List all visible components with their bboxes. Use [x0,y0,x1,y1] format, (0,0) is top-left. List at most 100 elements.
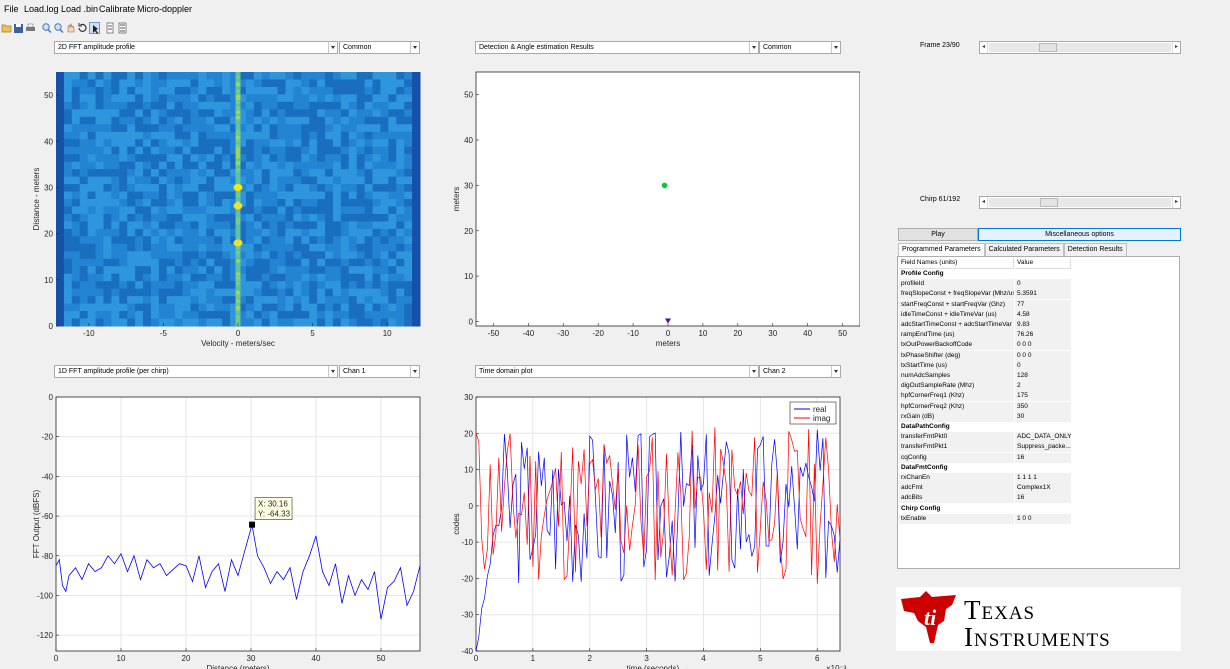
table-section-row[interactable]: Chirp Config [899,503,1072,514]
channel-select-top-left[interactable]: Common [339,41,420,54]
table-row[interactable]: idleTimeConst + idleTimeVar (us) 4.58 [899,309,1072,320]
menu-calibrate[interactable]: Calibrate [99,4,135,14]
slider-right-button[interactable]: ▸ [1172,42,1180,53]
channel-select-bottom-left[interactable]: Chan 1 [339,365,420,378]
channel-select-bottom-right[interactable]: Chan 2 [759,365,841,378]
y-tick-label: 10 [464,272,473,281]
table-row[interactable]: cqConfig 16 [899,452,1072,463]
menu-load-bin[interactable]: Load .bin [61,4,98,14]
heatmap-cell [404,318,413,327]
heatmap-cell [206,86,215,95]
slider-left-button[interactable]: ◂ [980,42,988,53]
time-domain-line-plot[interactable]: 0 1 2 3 4 5 6 30 20 10 0 -10 -20 -30 -40 time (seconds)… [440,388,860,669]
plot-select-top-right[interactable]: Detection & Angle estimation Results [475,41,759,54]
table-row[interactable]: txPhaseShifter (deg) 0 0 0 [899,350,1072,361]
legend-label: imag [813,414,830,423]
zoom-out-icon[interactable] [53,22,64,34]
menu-micro-doppler[interactable]: Micro-doppler [137,4,192,14]
data-cursor-icon[interactable] [89,21,100,34]
chevron-down-icon[interactable] [749,42,758,53]
table-row[interactable]: adcStartTimeConst + adcStartTimeVar ... 9… [899,320,1072,330]
table-row[interactable]: profileId 0 [899,279,1072,290]
brush-icon[interactable] [105,22,116,34]
save-icon[interactable] [13,22,24,34]
heatmap-cell [340,72,350,80]
table-section-row[interactable]: DataPathConfig [899,422,1072,432]
heatmap-cell [119,184,128,193]
table-row[interactable]: txStartTime (us) 0 [899,360,1072,371]
plot-select-bottom-right[interactable]: Time domain plot [475,365,759,378]
slider-right-button[interactable]: ▸ [1172,197,1180,208]
table-row[interactable]: transferFmtPkt1 Suppress_packe... [899,442,1072,453]
chevron-down-icon[interactable] [328,366,337,377]
slider-left-button[interactable]: ◂ [980,197,988,208]
table-row[interactable]: startFreqConst + startFreqVar (Ghz) 77 [899,299,1072,310]
miscellaneous-options-button[interactable]: Miscellaneous options [978,228,1181,241]
menu-load-log[interactable]: Load.log [24,4,59,14]
pan-icon[interactable] [65,22,76,34]
table-row[interactable]: digOutSampleRate (Mhz) 2 [899,381,1072,392]
heatmap-cell [79,109,89,118]
heatmap-cell [166,311,176,320]
chevron-down-icon[interactable] [831,366,840,377]
legend-icon[interactable] [117,22,128,34]
table-row[interactable]: txOutPowerBackoffCode 0 0 0 [899,340,1072,351]
heatmap-cell [63,184,73,193]
heatmap-cell [356,266,366,275]
heatmap-cell [317,176,326,185]
table-section-row[interactable]: Profile Config [899,269,1072,279]
frame-slider-thumb[interactable] [1038,43,1057,52]
table-row[interactable]: rxGain (dB) 30 [899,411,1072,422]
table-row[interactable]: numAdcSamples 128 [899,371,1072,381]
heatmap-cell [190,72,199,80]
table-row[interactable]: hpfCornerFreq2 (Khz) 350 [899,401,1072,412]
table-row[interactable]: hpfCornerFreq1 (Khz) 175 [899,391,1072,402]
tab-programmed-parameters[interactable]: Programmed Parameters [898,243,985,256]
menu-file[interactable]: File [4,4,19,14]
heatmap-cell [222,86,231,95]
chevron-down-icon[interactable] [749,366,758,377]
tab-detection-results[interactable]: Detection Results [1063,243,1127,256]
parameter-table[interactable]: Field Names (units) Value Profile Config… [897,256,1180,569]
tab-calculated-parameters[interactable]: Calculated Parameters [984,243,1064,256]
table-row[interactable]: adcBits 16 [899,493,1072,504]
rotate-icon[interactable] [77,22,88,34]
print-icon[interactable] [25,22,36,34]
table-row[interactable]: rxChanEn 1 1 1 1 [899,473,1072,483]
chirp-slider-thumb[interactable] [1040,198,1059,207]
range-doppler-heatmap-plot[interactable]: -10 -5 0 5 10 0 10 20 30 40 50 Velocity - meters/se… [0,58,440,358]
heatmap-bright-cell [235,168,241,173]
channel-select-top-right[interactable]: Common [759,41,841,54]
frame-slider[interactable]: ◂ ▸ [979,41,1181,54]
table-section-row[interactable]: DataFmtConfig [899,462,1072,473]
range-fft-line-plot[interactable]: 0 10 20 30 40 50 0 -20 -40 -60 -80 -100 -120 Distance… [0,388,440,669]
chevron-down-icon[interactable] [410,366,419,377]
heatmap-cell [150,251,160,260]
chevron-down-icon[interactable] [831,42,840,53]
heatmap-cell [309,124,318,133]
table-row[interactable]: rampEndTime (us) 76.26 [899,330,1072,341]
svg-text:ti: ti [924,605,937,630]
table-row[interactable]: adcFmt Complex1X [899,483,1072,494]
open-icon[interactable] [1,22,12,34]
heatmap-cell [348,94,358,103]
heatmap-cell [317,296,326,305]
heatmap-cell [372,72,381,80]
table-row[interactable]: freqSlopeConst + freqSlopeVar (Mhz/us) 5.… [899,289,1072,300]
table-row[interactable]: txEnable 1 0 0 [899,513,1072,524]
chevron-down-icon[interactable] [328,42,337,53]
plot-select-top-left[interactable]: 2D FFT amplitude profile [54,41,338,54]
plot-select-bottom-left[interactable]: 1D FFT amplitude profile (per chirp) [54,365,338,378]
zoom-in-icon[interactable] [41,22,52,34]
table-row[interactable]: transferFmtPkt0 ADC_DATA_ONLY [899,432,1072,443]
detection-scatter-plot[interactable]: -50 -40 -30 -20 -10 0 10 20 30 40 50 0 10 20 30 40 50 met… [440,58,860,358]
heatmap-cell [412,72,421,80]
heatmap-cell [127,296,136,305]
chirp-slider[interactable]: ◂ ▸ [979,196,1181,209]
chevron-down-icon[interactable] [410,42,419,53]
heatmap-cell [206,303,215,312]
play-button[interactable]: Play [898,228,978,241]
heatmap-cell [396,79,405,88]
column-header-value[interactable]: Value [1015,258,1071,269]
column-header-field[interactable]: Field Names (units) [899,258,1014,269]
